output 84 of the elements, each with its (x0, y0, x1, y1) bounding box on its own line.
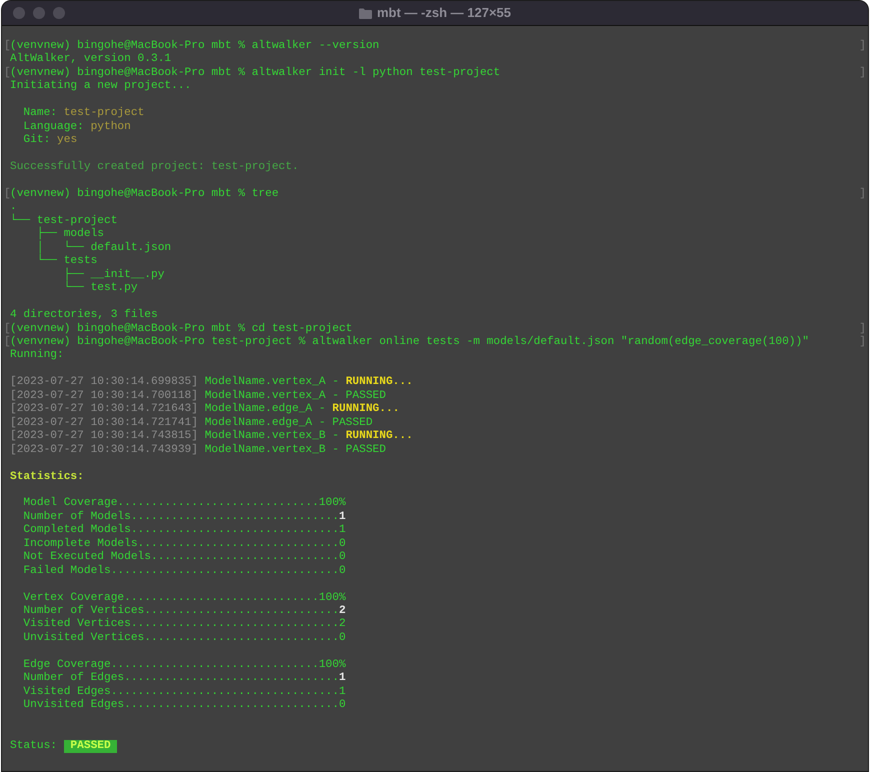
terminal-text: [2023-07-27 10:30:14.743815] (10, 430, 198, 444)
prompt-mark: ] (859, 188, 866, 202)
terminal-text: 100% (318, 592, 346, 604)
terminal-text: └── tests (36, 255, 98, 268)
terminal-text: Running: (10, 349, 64, 363)
terminal-text: ModelName.edge_A - (204, 403, 327, 416)
terminal-text: 2 (338, 618, 346, 632)
folder-icon (358, 8, 372, 18)
zoom-button[interactable] (53, 7, 65, 19)
terminal-text: Failed Models.................................. (22, 564, 339, 578)
terminal-text: . (10, 201, 17, 214)
terminal-text: (venvnew) bingohe@MacBook-Pro mbt % altwalker --version (10, 40, 380, 52)
terminal-text: 1 (338, 524, 346, 538)
terminal-text: 2 (338, 605, 346, 618)
terminal-text: 100% (318, 658, 346, 672)
terminal-text: 4 directories, 3 files (10, 309, 158, 322)
terminal-text: python (90, 120, 131, 134)
prompt-mark: [ (4, 66, 11, 80)
terminal-text: Incomplete Models.............................. (22, 538, 339, 550)
prompt-mark: ] (859, 336, 866, 350)
terminal-text: ModelName.vertex_A - (204, 376, 340, 390)
terminal-text: 100% (318, 497, 346, 510)
terminal-text: └── test-project (10, 214, 118, 227)
prompt-mark: ] (859, 322, 866, 336)
terminal-text: │ └── default.json (36, 242, 172, 254)
terminal-text: AltWalker, version 0.3.1 (10, 53, 172, 66)
terminal-text: Not Executed Models............................ (22, 551, 339, 564)
terminal-text: [2023-07-27 10:30:14.699835] (10, 376, 198, 390)
terminal-text: Unvisited Vertices............................. (22, 632, 339, 646)
terminal-text: Number of Vertices............................. (22, 605, 339, 618)
terminal-text: (venvnew) bingohe@MacBook-Pro mbt % cd test-project (10, 322, 352, 336)
terminal-text: ├── models (36, 228, 104, 240)
terminal-text: Model Coverage.............................. (22, 497, 319, 510)
terminal-text: (venvnew) bingohe@MacBook-Pro test-project % altwalker online tests -m models/default.json "random(edge_coverage(100))" (10, 336, 809, 348)
terminal-text: (venvnew) bingohe@MacBook-Pro mbt % tree (10, 188, 279, 202)
terminal-text: 0 (338, 699, 346, 713)
terminal-text: Unvisited Edges................................ (22, 699, 339, 713)
terminal-text: yes (56, 134, 78, 148)
terminal-text: Name: (22, 107, 57, 121)
terminal-text: Vertex Coverage............................. (22, 592, 319, 604)
minimize-button[interactable] (33, 7, 45, 19)
terminal-text: 0 (338, 551, 346, 565)
terminal-text: [2023-07-27 10:30:14.721741] (10, 416, 198, 430)
terminal-text: [2023-07-27 10:30:14.700118] (10, 390, 198, 402)
prompt-mark: [ (4, 336, 11, 348)
terminal-text: Number of Models............................... (22, 510, 339, 524)
terminal-text: ModelName.vertex_B - (204, 430, 340, 444)
terminal-text: [2023-07-27 10:30:14.743939] (10, 444, 198, 458)
terminal-text: RUNNING... (346, 376, 413, 390)
terminal-text: ├── __init__.py (62, 268, 164, 281)
status-badge: PASSED (64, 740, 118, 754)
terminal-text: (venvnew) bingohe@MacBook-Pro mbt % altwalker init -l python test-project (10, 66, 500, 80)
terminal-text: 0 (338, 564, 346, 578)
terminal-text: ModelName.vertex_B - PASSED (204, 444, 386, 458)
terminal-text: Status: (10, 740, 58, 754)
terminal-text: 0 (338, 632, 346, 646)
terminal-text: Number of Edges................................ (22, 672, 339, 686)
window-title: mbt — -zsh — 127×55 (376, 4, 512, 22)
prompt-mark: ] (859, 66, 866, 80)
terminal-text: test-project (62, 107, 144, 120)
terminal-text: ModelName.edge_A - PASSED (204, 416, 373, 430)
terminal-text: ModelName.vertex_A - PASSED (204, 390, 386, 402)
terminal-text: Git: (22, 134, 50, 148)
terminal-text: Language: (22, 120, 84, 134)
terminal-text: Successfully created project: test-project. (10, 161, 299, 175)
terminal-text: 1 (338, 686, 346, 700)
terminal-text: └── test.py (62, 282, 138, 296)
terminal-text: RUNNING... (332, 403, 400, 417)
prompt-mark: [ (4, 322, 11, 336)
prompt-mark: ] (859, 40, 866, 54)
terminal-text: Initiating a new project... (10, 80, 192, 94)
close-button[interactable] (13, 7, 25, 19)
terminal-text: 1 (338, 672, 346, 686)
terminal-text: Visited Vertices............................... (22, 618, 339, 632)
terminal-text: Edge Coverage............................... (22, 658, 319, 672)
terminal-text: [2023-07-27 10:30:14.721643] (10, 403, 198, 416)
terminal-text: Statistics: (10, 470, 84, 484)
terminal-text: 0 (338, 538, 346, 552)
terminal-text: Completed Models............................... (22, 524, 339, 538)
prompt-mark: [ (4, 40, 11, 52)
prompt-mark: [ (4, 188, 11, 202)
terminal-text: RUNNING... (346, 430, 413, 444)
terminal-text: Visited Edges.................................. (22, 686, 339, 698)
terminal-text: 1 (338, 510, 346, 524)
